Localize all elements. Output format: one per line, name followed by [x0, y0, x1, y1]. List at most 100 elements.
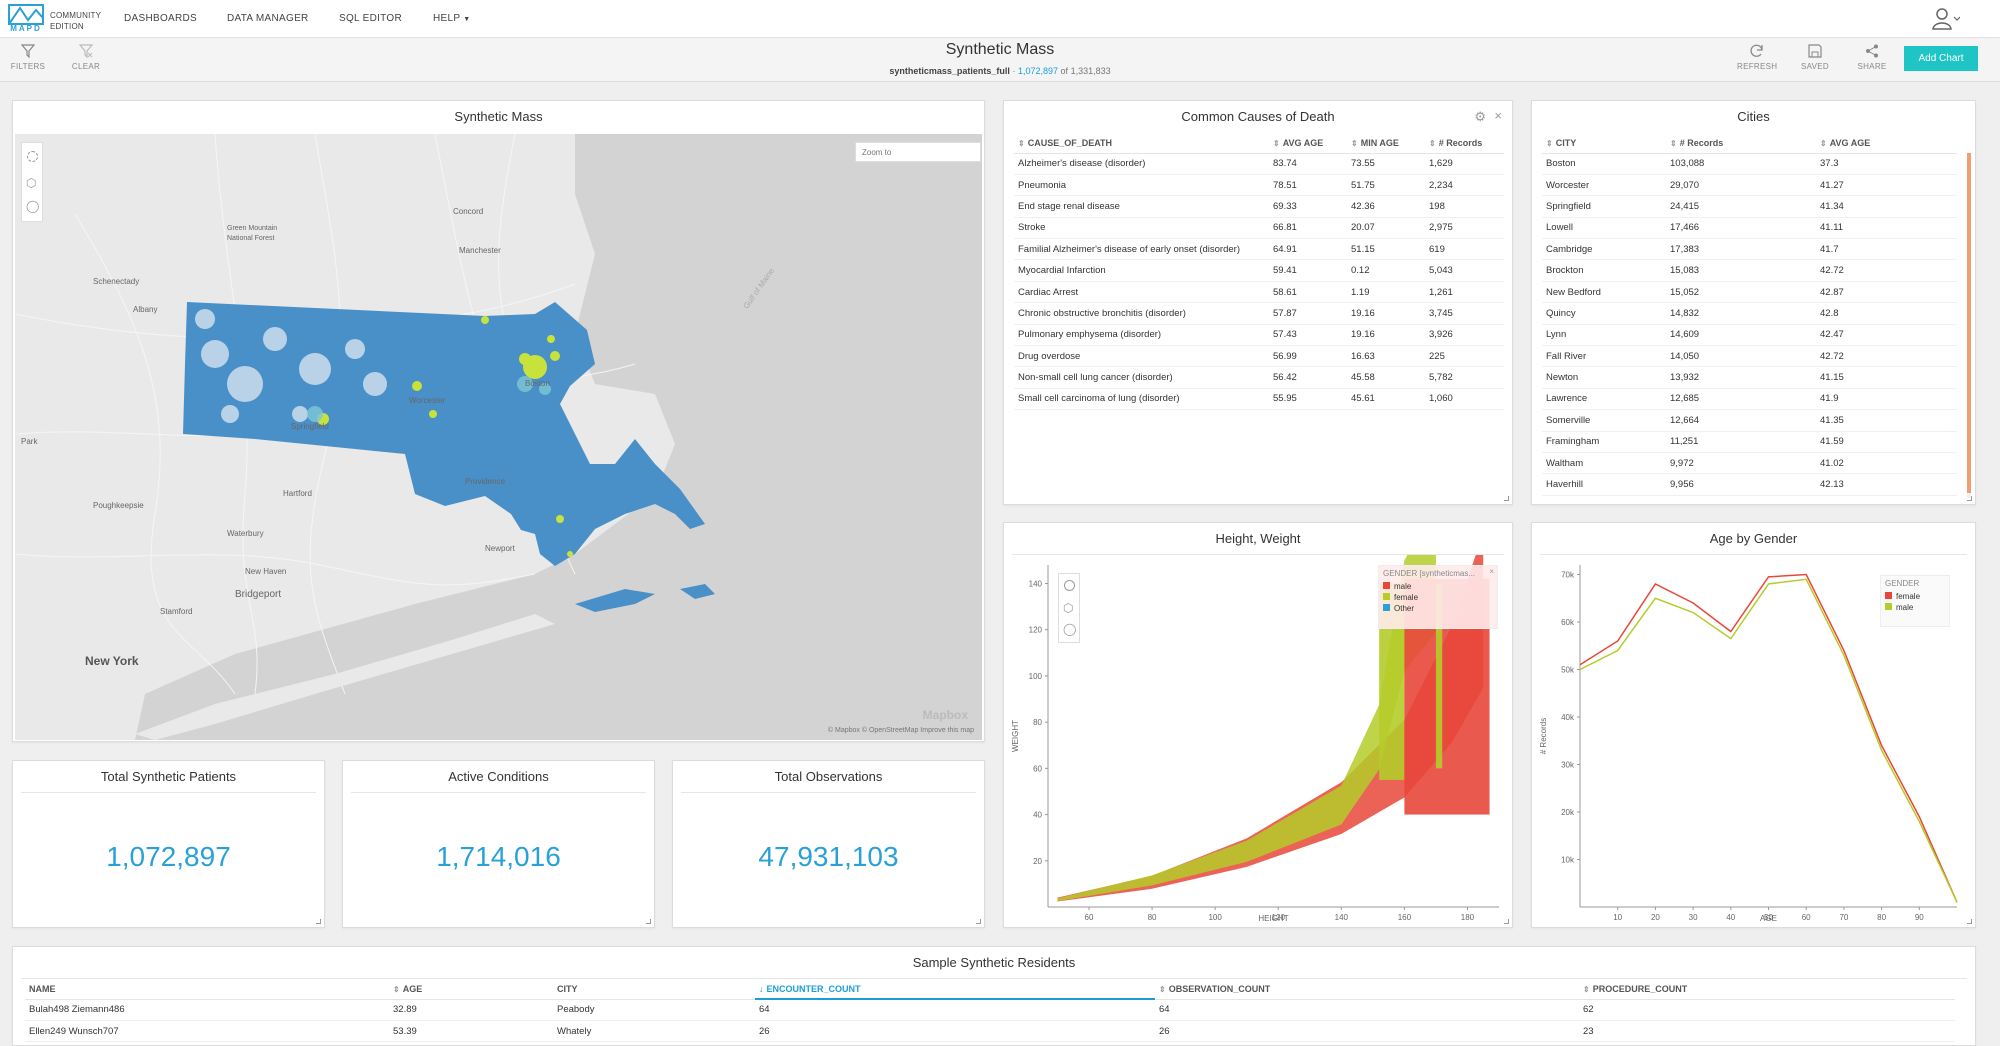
scatter-legend[interactable]: GENDER [syntheticmas... × male female Ot… [1378, 565, 1498, 629]
table-row[interactable]: Lowell 17,466 41.11 [1542, 217, 1957, 240]
share-button[interactable]: SHARE [1852, 44, 1892, 71]
legend-item-male[interactable]: male [1379, 581, 1497, 592]
resize-handle[interactable] [316, 919, 321, 924]
col-name[interactable]: NAME [25, 979, 389, 1000]
col-encounter-count[interactable]: ↓ ENCOUNTER_COUNT [755, 979, 1155, 1000]
col-records[interactable]: ⇕ # Records [1425, 133, 1504, 154]
table-row[interactable]: Small cell carcinoma of lung (disorder) 5… [1014, 388, 1504, 411]
legend-item-male[interactable]: male [1881, 602, 1949, 613]
col-min-age[interactable]: ⇕ MIN AGE [1347, 133, 1425, 154]
table-row[interactable]: Fall River 14,050 42.72 [1542, 345, 1957, 368]
legend-label: female [1896, 592, 1921, 601]
gear-icon[interactable]: ⚙ [1474, 109, 1486, 125]
table-row[interactable]: Framingham 11,251 41.59 [1542, 431, 1957, 453]
col-records[interactable]: ⇕ # Records [1666, 133, 1816, 154]
table-row[interactable]: Bulah498 Ziemann486 32.89 Peabody 64 64 62 [25, 999, 1955, 1021]
table-name: syntheticmass_patients_full [889, 66, 1010, 76]
lasso-select-icon[interactable]: ◯ [26, 199, 39, 213]
lasso-select-icon[interactable]: ◯ [1063, 622, 1076, 636]
table-row[interactable]: Pulmonary emphysema (disorder) 57.43 19.16… [1014, 324, 1504, 347]
map-zoom-input[interactable] [855, 142, 981, 162]
table-row[interactable]: Worcester 29,070 41.27 [1542, 174, 1957, 197]
table-row[interactable]: Haverhill 9,956 42.13 [1542, 473, 1957, 496]
table-row[interactable]: Pneumonia 78.51 51.75 2,234 [1014, 174, 1504, 197]
close-icon[interactable]: × [1494, 108, 1502, 123]
table-row[interactable]: Cambridge 17,383 41.7 [1542, 238, 1957, 261]
legend-close-icon[interactable]: × [1489, 567, 1494, 576]
col-age[interactable]: ⇕ AGE [389, 979, 553, 1000]
col-city[interactable]: CITY [553, 979, 755, 1000]
resize-handle[interactable] [1967, 919, 1972, 924]
table-row[interactable]: Alzheimer's disease (disorder) 83.74 73.55… [1014, 153, 1504, 175]
table-row[interactable]: Newton 13,932 41.15 [1542, 366, 1957, 389]
saved-button[interactable]: SAVED [1795, 44, 1835, 71]
dashboard-title[interactable]: Synthetic Mass [0, 41, 2000, 59]
table-row[interactable]: Non-small cell lung cancer (disorder) 56.… [1014, 366, 1504, 389]
edition-label: COMMUNITY EDITION [50, 11, 102, 31]
resize-handle[interactable] [1967, 496, 1972, 501]
resize-handle[interactable] [1504, 496, 1509, 501]
resize-handle[interactable] [1504, 919, 1509, 924]
map-canvas[interactable]: ⬡ ◯ Concord Green Mountain National Fore… [15, 134, 982, 740]
table-row[interactable]: Boston 103,088 37.3 [1542, 153, 1957, 175]
map-attribution[interactable]: © Mapbox © OpenStreetMap Improve this ma… [828, 727, 974, 734]
table-row[interactable]: Springfield 24,415 41.34 [1542, 195, 1957, 218]
map-label-new-york: New York [85, 654, 139, 668]
table-row[interactable]: Quincy 14,832 42.8 [1542, 302, 1957, 325]
table-row[interactable]: Lawrence 12,685 41.9 [1542, 388, 1957, 411]
nav-sql-editor[interactable]: SQL EDITOR [339, 13, 402, 24]
nav-data-manager[interactable]: DATA MANAGER [227, 13, 309, 24]
circle-select-icon[interactable] [27, 151, 38, 162]
col-city[interactable]: ⇕ CITY [1542, 133, 1666, 154]
table-row[interactable]: End stage renal disease 69.33 42.36 198 [1014, 195, 1504, 218]
table-row[interactable]: Ellen249 Wunsch707 53.39 Whately 26 26 23 [25, 1020, 1955, 1043]
line-legend[interactable]: GENDER female male [1880, 575, 1950, 627]
nav-dashboards[interactable]: DASHBOARDS [124, 13, 197, 24]
nav-help[interactable]: HELP ▼ [433, 13, 470, 24]
resize-handle[interactable] [646, 919, 651, 924]
col-observation-count[interactable]: ⇕ OBSERVATION_COUNT [1155, 979, 1579, 1000]
mapd-logo[interactable]: MAPD [8, 4, 44, 34]
table-row[interactable]: Stroke 66.81 20.07 2,975 [1014, 217, 1504, 240]
legend-item-female[interactable]: female [1881, 591, 1949, 602]
table-row[interactable]: Drug overdose 56.99 16.63 225 [1014, 345, 1504, 368]
add-chart-button[interactable]: Add Chart [1904, 46, 1978, 71]
table-row[interactable]: Lynn 14,609 42.47 [1542, 324, 1957, 347]
col-avg-age[interactable]: ⇕ AVG AGE [1269, 133, 1347, 154]
table-row[interactable]: Familial Alzheimer's disease of early on… [1014, 238, 1504, 261]
col-avg-age[interactable]: ⇕ AVG AGE [1816, 133, 1957, 154]
residents-panel: Sample Synthetic Residents NAME ⇕ AGE CIT… [12, 946, 1976, 1046]
legend-item-other[interactable]: Other [1379, 603, 1497, 614]
table-row[interactable]: Chronic obstructive bronchitis (disorder… [1014, 302, 1504, 325]
table-row[interactable]: Myocardial Infarction 59.41 0.12 5,043 [1014, 259, 1504, 282]
circle-select-icon[interactable] [1064, 580, 1075, 591]
top-nav: MAPD COMMUNITY EDITION DASHBOARDS DATA M… [0, 0, 2000, 38]
polygon-select-icon[interactable]: ⬡ [1063, 601, 1073, 615]
polygon-select-icon[interactable]: ⬡ [26, 176, 36, 190]
causes-panel: Common Causes of Death ⚙ × ⇕ CAUSE_OF_DEA… [1003, 100, 1513, 505]
legend-swatch [1383, 593, 1390, 600]
table-cell: 16.63 [1347, 345, 1425, 368]
table-row[interactable]: Somerville 12,664 41.35 [1542, 409, 1957, 432]
table-row[interactable]: New Bedford 15,052 42.87 [1542, 281, 1957, 304]
legend-title: GENDER [1885, 579, 1920, 588]
table-row[interactable]: Brockton 15,083 42.72 [1542, 259, 1957, 282]
resize-handle[interactable] [976, 919, 981, 924]
scrollbar-thumb[interactable] [1967, 153, 1971, 493]
user-icon[interactable] [1932, 8, 1961, 33]
table-cell: 69.33 [1269, 195, 1347, 218]
col-procedure-count[interactable]: ⇕ PROCEDURE_COUNT [1579, 979, 1955, 1000]
table-row[interactable]: Waltham 9,972 41.02 [1542, 452, 1957, 475]
map-label-hartford: Hartford [283, 489, 312, 498]
causes-title: Common Causes of Death [1181, 109, 1335, 124]
table-row[interactable]: Cardiac Arrest 58.61 1.19 1,261 [1014, 281, 1504, 304]
table-cell: 42.13 [1816, 473, 1957, 496]
mapbox-logo[interactable]: Mapbox [923, 708, 968, 722]
cities-scrollbar[interactable] [1967, 153, 1971, 498]
dashboard-toolbar: FILTERS CLEAR Synthetic Mass syntheticma… [0, 38, 2000, 82]
legend-item-female[interactable]: female [1379, 592, 1497, 603]
refresh-button[interactable]: REFRESH [1737, 44, 1777, 71]
col-cause[interactable]: ⇕ CAUSE_OF_DEATH [1014, 133, 1269, 154]
table-cell: 1,060 [1425, 388, 1504, 411]
residents-title: Sample Synthetic Residents [912, 955, 1076, 970]
